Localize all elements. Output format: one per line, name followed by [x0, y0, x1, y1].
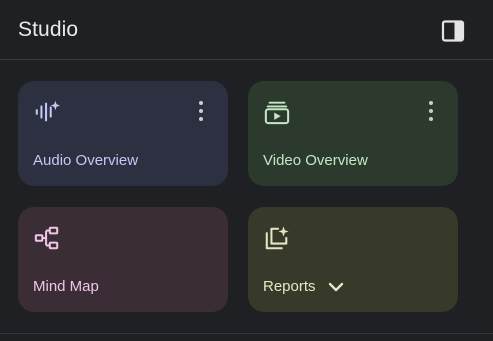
panel-collapse-icon — [441, 20, 465, 42]
video-overview-card[interactable]: Video Overview — [248, 81, 458, 186]
video-play-icon — [264, 101, 290, 125]
reports-sparkle-icon — [265, 226, 289, 250]
panel-toggle-button[interactable] — [440, 18, 466, 44]
card-label: Video Overview — [263, 152, 368, 169]
card-label: Mind Map — [33, 278, 99, 295]
panel-title: Studio — [18, 18, 79, 41]
chevron-down-icon[interactable] — [328, 281, 344, 293]
card-label: Audio Overview — [33, 152, 139, 169]
studio-panel: Studio Audio Overview Video Overview Min… — [0, 0, 493, 341]
audio-overview-card[interactable]: Audio Overview — [18, 81, 228, 186]
reports-label: Reports — [263, 278, 316, 295]
card-label: Reports — [263, 278, 344, 295]
more-options-button[interactable] — [194, 99, 208, 123]
mind-map-card[interactable]: Mind Map — [18, 207, 228, 312]
studio-header: Studio — [0, 0, 493, 60]
divider — [0, 333, 493, 334]
reports-card[interactable]: Reports — [248, 207, 458, 312]
more-options-button[interactable] — [424, 99, 438, 123]
audio-waveform-sparkle-icon — [35, 100, 60, 122]
mind-map-icon — [34, 226, 59, 250]
